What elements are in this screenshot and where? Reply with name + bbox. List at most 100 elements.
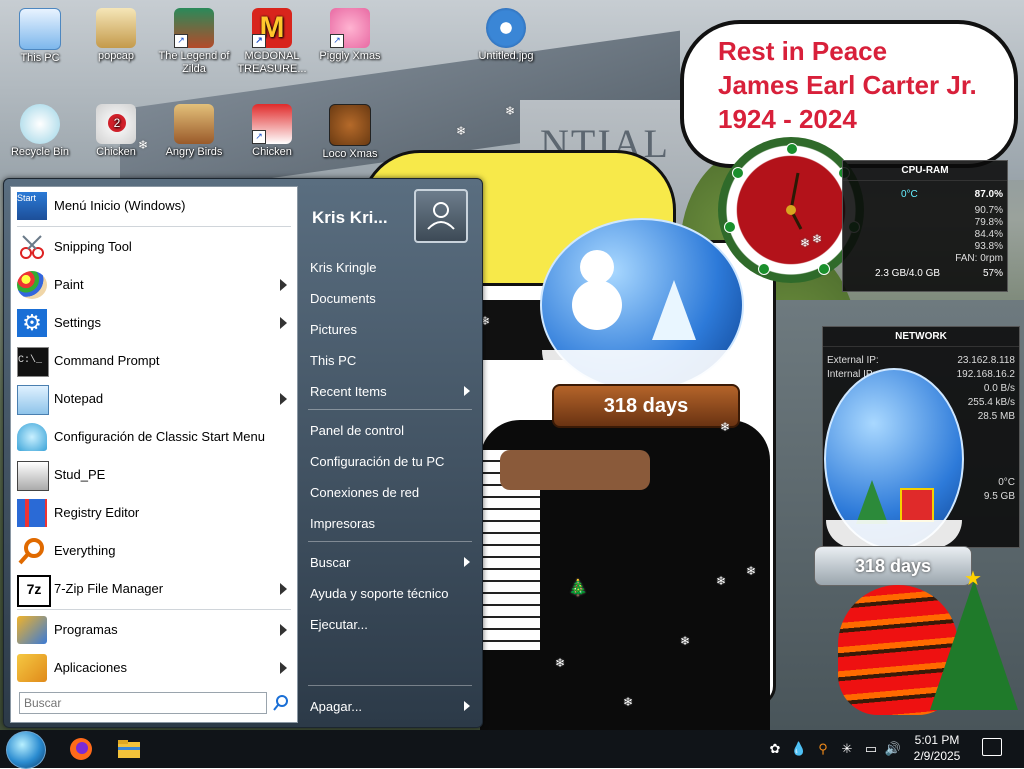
desktop-icon-label: Chicken	[96, 146, 136, 158]
right-item-buscar[interactable]: Buscar	[304, 549, 474, 575]
menu-item-settings[interactable]: ⚙ Settings	[13, 306, 295, 340]
desktop-icon-piggly-xmas[interactable]: ↗ Piggly Xmas	[314, 8, 386, 63]
tree-cursor-icon: 🎄	[568, 580, 588, 597]
desktop-icon-popcap[interactable]: popcap	[80, 8, 152, 63]
right-item-ayuda[interactable]: Ayuda y soporte técnico	[304, 580, 474, 606]
desktop-icon-recycle-bin[interactable]: Recycle Bin	[4, 104, 76, 159]
chicken-icon: 2	[96, 104, 136, 144]
snow-ground	[826, 520, 962, 548]
menu-item-command-prompt[interactable]: C:\_ Command Prompt	[13, 344, 295, 378]
snowy-tree-icon	[652, 280, 696, 340]
snow-globe-gifts[interactable]	[824, 368, 964, 550]
right-item-label: Impresoras	[310, 516, 376, 531]
right-item-panel-de-control[interactable]: Panel de control	[304, 417, 474, 443]
tray-drop-icon[interactable]: 💧	[790, 740, 808, 758]
right-item-documents[interactable]: Documents	[304, 285, 474, 311]
right-item-configuracion-pc[interactable]: Configuración de tu PC	[304, 448, 474, 474]
cpu-ram-title: CPU-RAM	[843, 161, 1007, 181]
shortcut-arrow-icon: ↗	[252, 130, 266, 144]
desktop-icon-label: Piggly Xmas	[319, 50, 381, 62]
snowflake-icon: ❄	[623, 695, 634, 709]
desktop-icon-label: Loco Xmas	[322, 148, 378, 160]
notification-icon[interactable]	[982, 738, 1002, 756]
snow-globe-snowman[interactable]	[540, 218, 744, 392]
network-total: 28.5 MB	[977, 411, 1015, 422]
drive-temp: 0°C	[998, 477, 1015, 488]
external-ip-row: External IP: 23.162.8.118	[827, 355, 1015, 366]
start-menu-icon: Start	[17, 192, 47, 220]
right-item-label: Apagar...	[310, 699, 363, 714]
tray-sparkle-icon[interactable]: ✳	[838, 740, 856, 758]
desktop-icon-legend-of-zilda[interactable]: ↗ The Legend of Zilda	[158, 8, 230, 76]
tribute-line-2: James Earl Carter Jr.	[718, 70, 977, 100]
right-item-pictures[interactable]: Pictures	[304, 316, 474, 342]
external-ip-value: 23.162.8.118	[957, 355, 1015, 366]
desktop-icon-loco-xmas[interactable]: Loco Xmas	[314, 104, 386, 161]
taskbar-clock[interactable]: 5:01 PM 2/9/2025	[902, 732, 972, 764]
user-avatar[interactable]	[414, 189, 468, 243]
right-item-kris-kringle[interactable]: Kris Kringle	[304, 254, 474, 280]
shortcut-arrow-icon: ↗	[252, 34, 266, 48]
snowflake-icon: ❄	[456, 124, 467, 138]
desktop-icon-chicken-2[interactable]: ↗ Chicken	[236, 104, 308, 159]
desktop-icon-label: MCDONAL TREASURE...	[237, 50, 307, 75]
gear-icon: ⚙	[17, 309, 47, 337]
tray-volume-icon[interactable]: 🔊	[884, 740, 902, 758]
menu-item-registry-editor[interactable]: Registry Editor	[13, 496, 295, 530]
palette-icon	[17, 271, 47, 299]
start-menu-right-pane: Kris Kri... Kris Kringle Documents Pictu…	[300, 179, 480, 727]
snowflake-icon: ❄	[746, 564, 757, 578]
magnifier-icon	[17, 537, 47, 565]
submenu-arrow-icon	[280, 583, 287, 595]
right-item-apagar[interactable]: Apagar...	[304, 693, 474, 719]
pe-file-icon	[17, 461, 49, 491]
cpu-ram-widget[interactable]: CPU-RAM 0°C 87.0% 90.7% 79.8% 84.4% 93.8…	[842, 160, 1008, 292]
right-item-conexiones-de-red[interactable]: Conexiones de red	[304, 479, 474, 505]
christmas-tree-icon	[930, 580, 1018, 710]
folder-icon	[96, 8, 136, 48]
snowman-icon	[572, 280, 622, 330]
desktop-icon-this-pc[interactable]: This PC	[4, 8, 76, 65]
menu-item-aplicaciones[interactable]: Aplicaciones	[13, 651, 295, 685]
menu-item-label: Command Prompt	[54, 353, 160, 368]
menu-item-7zip[interactable]: 7z 7-Zip File Manager	[13, 572, 295, 607]
submenu-arrow-icon	[280, 662, 287, 674]
desktop-icon-chicken-1[interactable]: 2 Chicken	[80, 104, 152, 159]
right-item-this-pc[interactable]: This PC	[304, 347, 474, 373]
menu-item-snipping-tool[interactable]: Snipping Tool	[13, 230, 295, 264]
right-item-label: Recent Items	[310, 384, 387, 399]
tray-network-icon[interactable]: ▭	[862, 740, 880, 758]
right-item-impresoras[interactable]: Impresoras	[304, 510, 474, 536]
cpu-total: 87.0%	[974, 189, 1003, 200]
menu-item-label: Aplicaciones	[54, 660, 127, 675]
menu-item-classic-start-config[interactable]: Configuración de Classic Start Menu	[13, 420, 295, 454]
desktop-icon-label: popcap	[97, 50, 135, 62]
submenu-arrow-icon	[280, 279, 287, 291]
snowflake-icon: ❄	[555, 656, 566, 670]
right-item-label: Kris Kringle	[310, 260, 377, 275]
right-item-label: Ayuda y soporte técnico	[310, 586, 449, 601]
desktop-icon-mcdonald[interactable]: M ↗ MCDONAL TREASURE...	[236, 8, 308, 76]
right-item-recent-items[interactable]: Recent Items	[304, 378, 474, 404]
menu-item-label: Programas	[54, 622, 118, 637]
start-search-input[interactable]	[19, 692, 267, 714]
search-icon[interactable]	[270, 692, 292, 714]
taskbar-file-explorer-button[interactable]	[112, 733, 146, 765]
menu-item-label: Stud_PE	[54, 467, 106, 482]
start-button[interactable]	[6, 731, 46, 769]
right-item-label: This PC	[310, 353, 357, 368]
snowflake-icon: ❄	[680, 634, 691, 648]
menu-item-menu-inicio[interactable]: Start Menú Inicio (Windows)	[13, 189, 295, 223]
cpu-fan: FAN: 0rpm	[955, 253, 1003, 264]
taskbar-firefox-button[interactable]	[64, 733, 98, 765]
desktop-icon-angry-birds[interactable]: Angry Birds	[158, 104, 230, 159]
menu-item-notepad[interactable]: Notepad	[13, 382, 295, 416]
desktop-icon-untitled-jpg[interactable]: Untitled.jpg	[470, 8, 542, 63]
menu-item-programas[interactable]: Programas	[13, 613, 295, 647]
tray-people-icon[interactable]: ✿	[766, 740, 784, 758]
menu-item-everything[interactable]: Everything	[13, 534, 295, 568]
menu-item-stud-pe[interactable]: Stud_PE	[13, 458, 295, 492]
menu-item-paint[interactable]: Paint	[13, 268, 295, 302]
right-item-ejecutar[interactable]: Ejecutar...	[304, 611, 474, 637]
tray-search-icon[interactable]: ⚲	[814, 740, 832, 758]
